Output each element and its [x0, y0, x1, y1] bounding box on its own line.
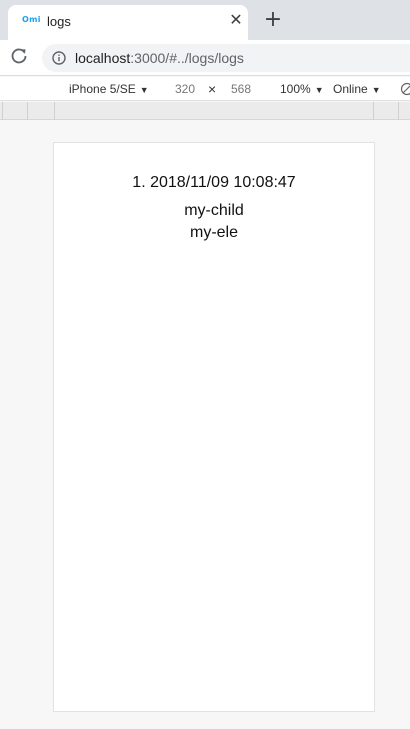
- device-viewport: 1. 2018/11/09 10:08:47 my-child my-ele: [53, 142, 375, 712]
- ruler-segment: [2, 102, 3, 120]
- new-tab-icon[interactable]: +: [262, 9, 284, 31]
- media-query-ruler[interactable]: [0, 102, 410, 120]
- zoom-select[interactable]: 100% ▼: [280, 82, 324, 96]
- chevron-down-icon: ▼: [314, 85, 324, 95]
- browser-tab[interactable]: Omi logs ✕: [8, 5, 248, 40]
- tab-strip: Omi logs ✕ +: [0, 0, 410, 40]
- address-bar[interactable]: localhost:3000/#../logs/logs: [42, 44, 410, 72]
- log-entry: my-ele: [189, 224, 238, 241]
- tab-title: logs: [47, 14, 71, 29]
- device-toolbar: iPhone 5/SE ▼ 320 × 568 100% ▼ Online ▼: [0, 77, 410, 101]
- url-host: localhost: [75, 50, 131, 66]
- dimension-separator: ×: [208, 81, 217, 97]
- url-path: :3000/#../logs/logs: [130, 50, 244, 66]
- device-select-label: iPhone 5/SE: [69, 82, 136, 96]
- network-select-label: Online: [333, 82, 368, 96]
- device-width-input[interactable]: 320: [175, 82, 195, 96]
- log-entry: my-child: [184, 202, 244, 219]
- browser-toolbar: localhost:3000/#../logs/logs: [0, 40, 410, 76]
- ruler-segment: [27, 102, 28, 120]
- chevron-down-icon: ▼: [371, 85, 381, 95]
- url-text[interactable]: localhost:3000/#../logs/logs: [75, 50, 244, 66]
- network-throttle-select[interactable]: Online ▼: [333, 82, 381, 96]
- chevron-down-icon: ▼: [139, 85, 149, 95]
- ruler-segment: [54, 102, 55, 120]
- rotate-icon[interactable]: [400, 82, 410, 96]
- ruler-segment: [398, 102, 399, 120]
- log-timestamp: 1. 2018/11/09 10:08:47: [132, 174, 296, 191]
- device-height-input[interactable]: 568: [231, 82, 251, 96]
- reload-icon[interactable]: [9, 46, 29, 66]
- ruler-segment: [373, 102, 374, 120]
- zoom-select-label: 100%: [280, 82, 311, 96]
- device-select[interactable]: iPhone 5/SE ▼: [69, 82, 149, 96]
- info-icon[interactable]: [52, 51, 66, 65]
- close-tab-icon[interactable]: ✕: [226, 11, 246, 31]
- omi-favicon-icon: Omi: [22, 15, 41, 24]
